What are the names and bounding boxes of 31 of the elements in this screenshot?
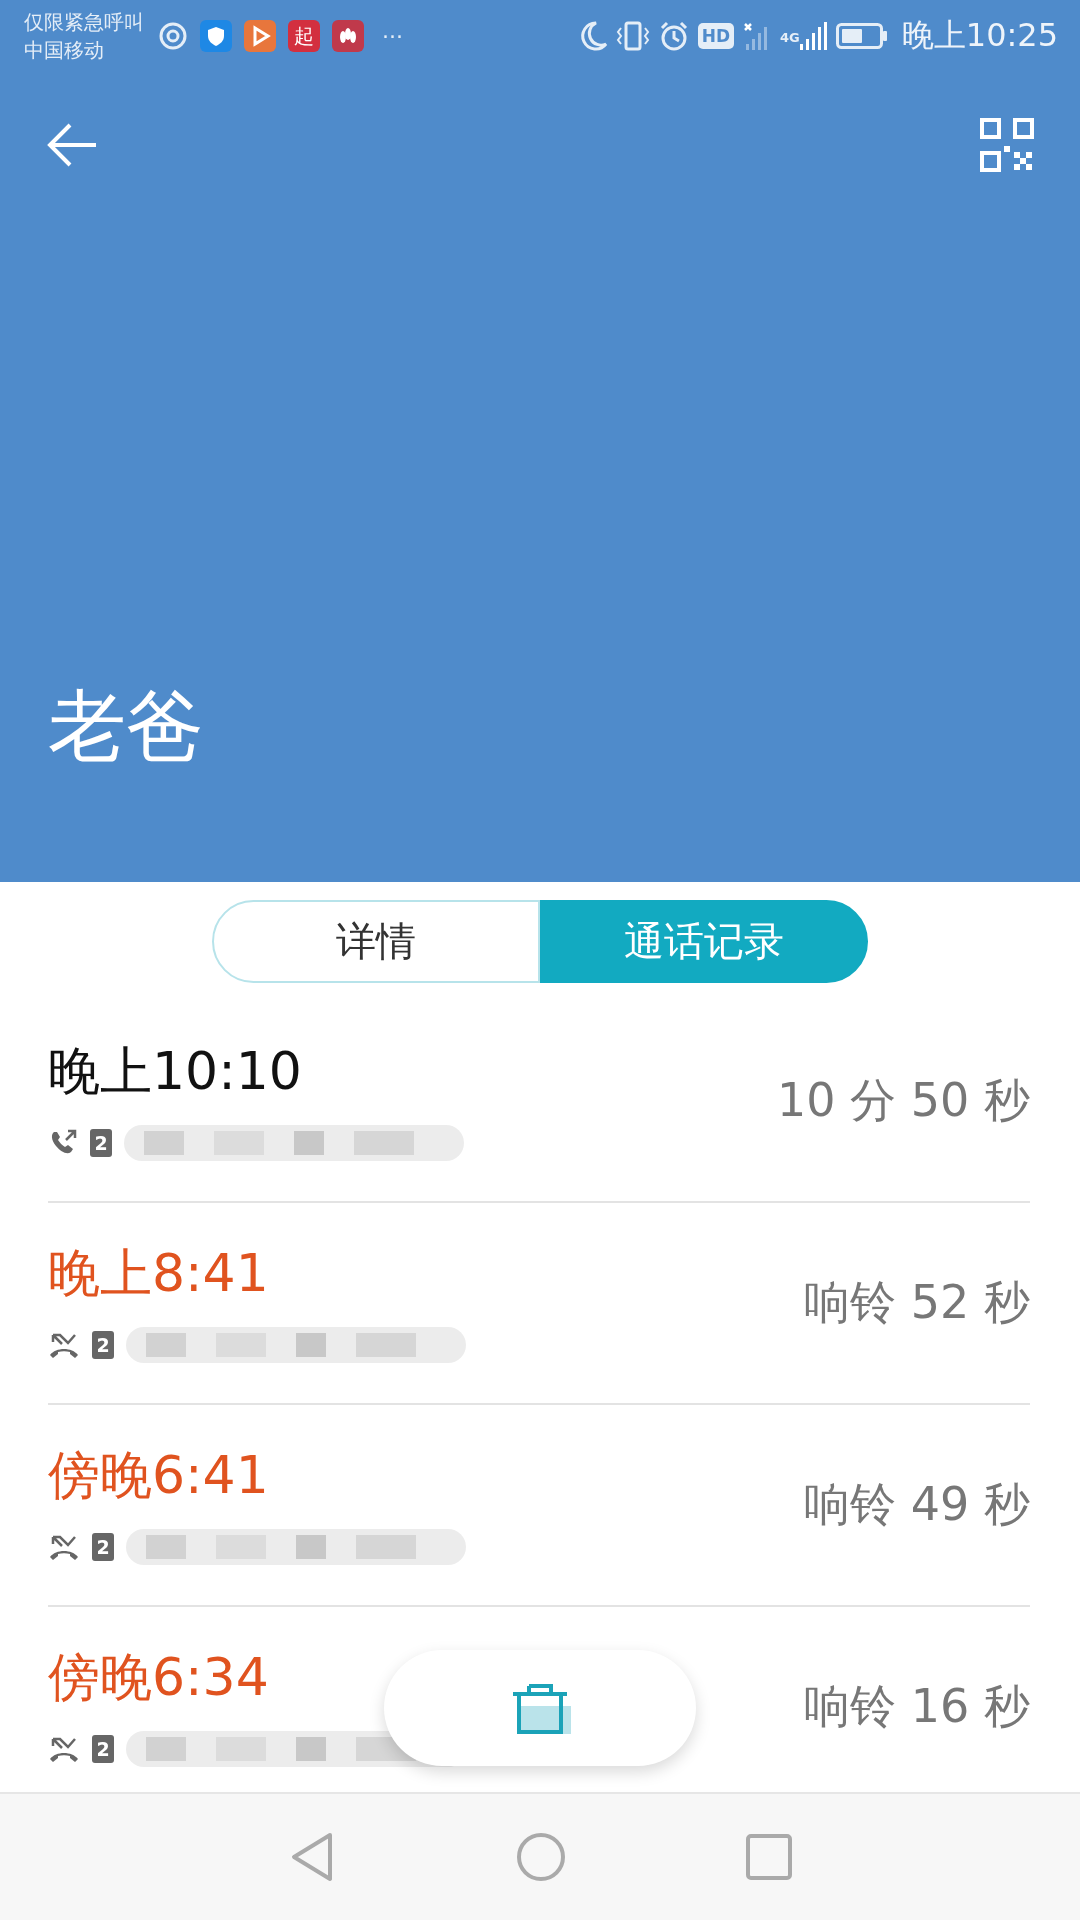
network-type: 4G xyxy=(780,30,800,45)
sim-badge: 2 xyxy=(92,1331,114,1359)
carrier-text: 中国移动 xyxy=(24,37,105,64)
sim-badge: 2 xyxy=(90,1129,112,1157)
tab[interactable]: 详情 xyxy=(212,900,540,983)
call-time: 傍晚6:34 xyxy=(48,1646,270,1709)
recents-nav-icon[interactable] xyxy=(746,1834,792,1880)
missed-call-icon xyxy=(48,1533,80,1561)
carrier-text: 仅限紧急呼叫 xyxy=(24,9,144,36)
missed-call-icon xyxy=(48,1331,80,1359)
app-icon: 起 xyxy=(288,20,320,52)
call-duration: 10 分 50 秒 xyxy=(777,1072,1030,1129)
call-duration: 响铃 49 秒 xyxy=(804,1476,1030,1533)
vibrate-icon xyxy=(615,20,650,52)
swirl-icon xyxy=(158,21,188,51)
call-time: 晚上10:10 xyxy=(48,1040,303,1103)
hd-badge: HD xyxy=(697,23,735,49)
call-duration: 响铃 52 秒 xyxy=(804,1274,1030,1331)
signal-icon xyxy=(797,20,828,52)
call-time: 晚上8:41 xyxy=(48,1242,270,1305)
call-duration: 响铃 16 秒 xyxy=(804,1678,1030,1735)
sim-badge: 2 xyxy=(92,1735,114,1763)
sim-badge: 2 xyxy=(92,1533,114,1561)
more-notifications: ··· xyxy=(382,23,403,49)
status-time: 晚上10:25 xyxy=(901,15,1058,56)
home-nav-icon[interactable] xyxy=(516,1832,566,1882)
battery-icon xyxy=(835,22,888,50)
call-time: 傍晚6:41 xyxy=(48,1444,270,1507)
qr-code-icon[interactable] xyxy=(980,118,1034,172)
missed-call-icon xyxy=(48,1735,80,1763)
contact-name: 老爸 xyxy=(48,680,205,773)
